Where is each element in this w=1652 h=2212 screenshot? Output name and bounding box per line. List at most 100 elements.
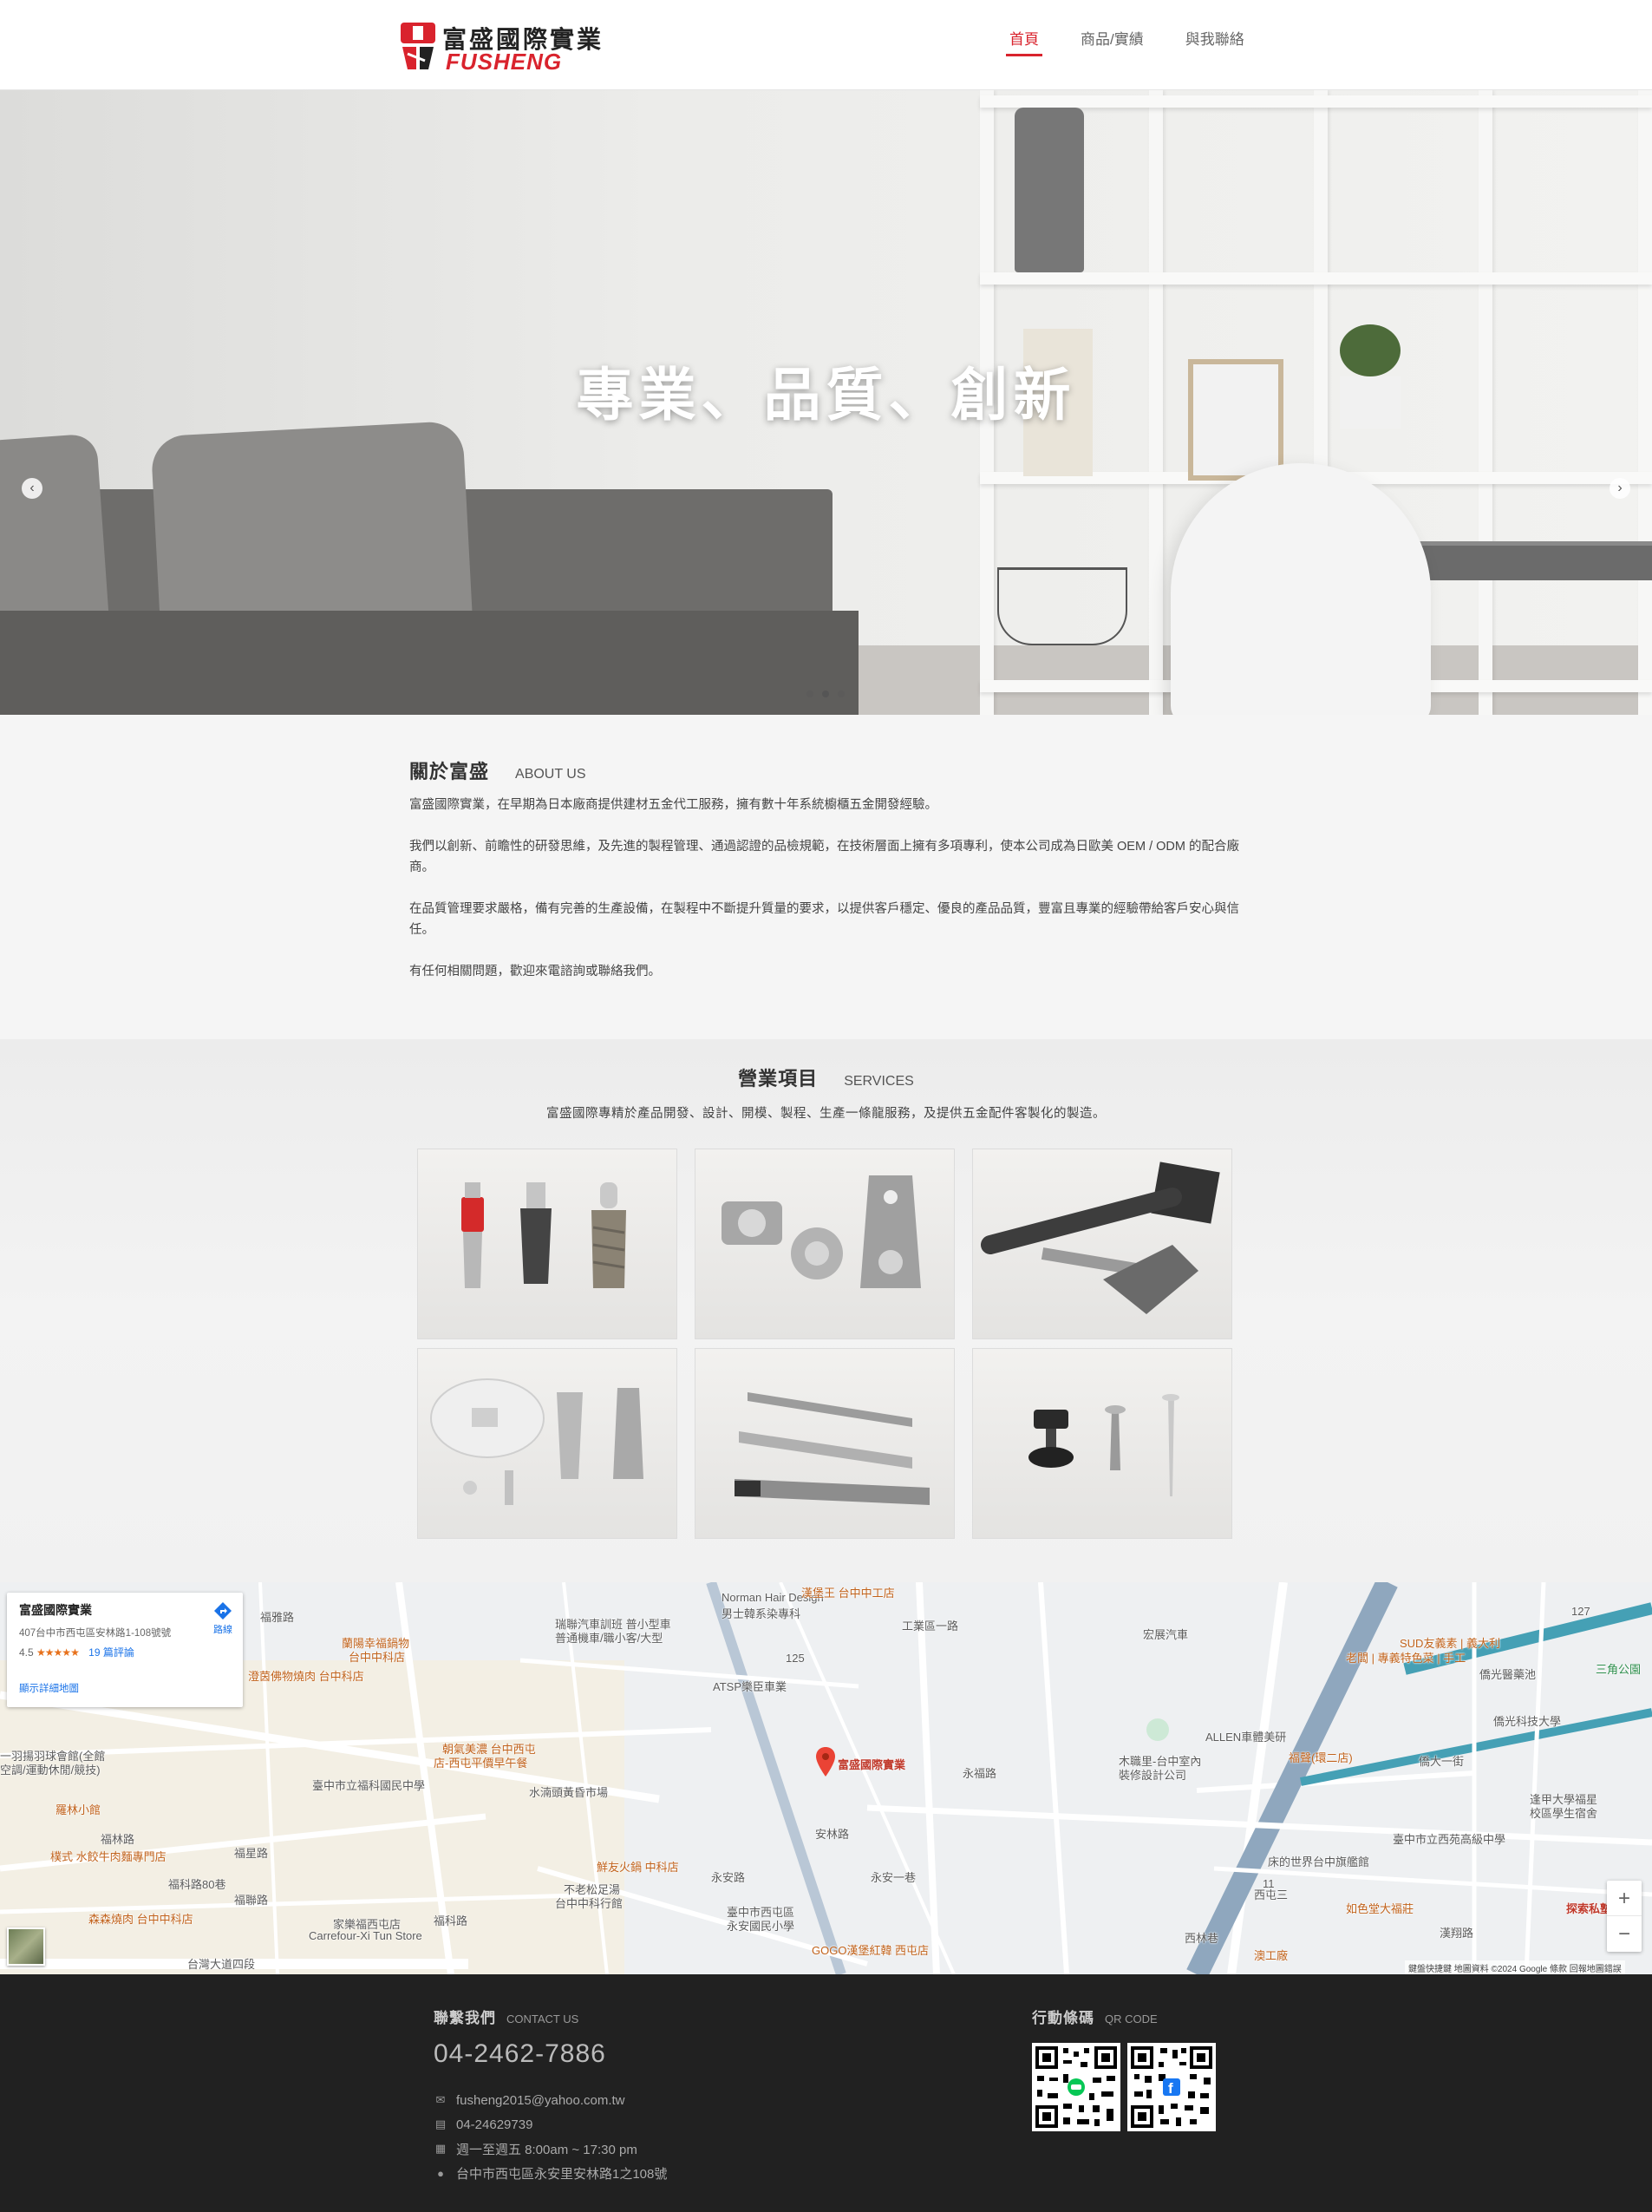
- map-label: 澄茵佛物燒肉 台中科店: [248, 1670, 364, 1683]
- qr-heading: 行動條碼 QR CODE: [1032, 2006, 1216, 2027]
- qr-codes: f: [1032, 2043, 1216, 2131]
- map-pin-icon[interactable]: [816, 1747, 835, 1777]
- map-label: 永安一巷: [871, 1871, 917, 1884]
- map-marker-icon: ●: [437, 2166, 444, 2180]
- shelf-support-image: [430, 1378, 643, 1505]
- logo-mark-icon: [401, 23, 435, 69]
- product-card-drawer-slides[interactable]: [695, 1348, 955, 1539]
- map-place-name: 富盛國際實業: [19, 1603, 92, 1617]
- services-description: 富盛國際專精於產品開發、設計、開模、製程、生產一條龍服務，及提供五金配件客製化的…: [546, 1107, 1106, 1121]
- map-label: 臺中市立福科國民中學: [312, 1779, 426, 1792]
- map-label: 空調/運動休閒/競技): [0, 1764, 101, 1777]
- product-card-cam-locks[interactable]: [695, 1149, 955, 1339]
- hero-vase: [1015, 108, 1084, 272]
- contact-hours: 週一至週五 8:00am ~ 17:30 pm: [456, 2142, 637, 2157]
- carousel-indicators: [806, 690, 845, 697]
- contact-phone[interactable]: 04-2462-7886: [434, 2039, 667, 2069]
- product-card-connector-bolts[interactable]: [417, 1149, 677, 1339]
- map-label: 福科路80巷: [168, 1878, 226, 1891]
- hero-chair: [1171, 463, 1431, 715]
- rating-stars-icon: ★★★★★: [36, 1646, 80, 1659]
- contact-subtitle: CONTACT US: [506, 2012, 579, 2025]
- carousel-prev-button[interactable]: ‹: [22, 478, 42, 499]
- contact-address: 台中市西屯區永安里安林路1之108號: [456, 2166, 668, 2182]
- line-qr-code[interactable]: [1032, 2043, 1120, 2131]
- hero-sofa-seat: [0, 611, 859, 715]
- map-label: 僑大一街: [1419, 1755, 1465, 1768]
- map-label: 校區學生宿舍: [1530, 1807, 1598, 1820]
- carousel-dot[interactable]: [838, 690, 845, 697]
- view-larger-map-link[interactable]: 顯示詳細地圖: [19, 1681, 79, 1695]
- map-label: 11: [1263, 1877, 1275, 1890]
- footer-contact: 聯繫我們 CONTACT US 04-2462-7886 ✉ fusheng20…: [434, 2006, 667, 2185]
- cam-lock-image: [722, 1175, 921, 1288]
- product-card-levelers[interactable]: [972, 1348, 1232, 1539]
- map-label: 老闆 | 專義特色菜 | 手工: [1346, 1652, 1466, 1665]
- map-label: 西林巷: [1185, 1932, 1219, 1945]
- map-label: 125: [786, 1652, 805, 1665]
- about-subtitle: ABOUT US: [515, 767, 586, 782]
- map-label: 漢堡王 台中中工店: [801, 1587, 895, 1600]
- map-label: 漢翔路: [1440, 1927, 1474, 1940]
- map-label: 裝修設計公司: [1119, 1769, 1187, 1782]
- calendar-icon: ▦: [434, 2142, 447, 2155]
- nav-item-products[interactable]: 商品/實績: [1060, 0, 1165, 90]
- carousel-dot[interactable]: [806, 690, 813, 697]
- brand-name-en: FUSHENG: [446, 49, 563, 75]
- map-label: 如色堂大福莊: [1346, 1902, 1414, 1915]
- map-label: ATSP樂臣車業: [713, 1680, 787, 1693]
- map-label: 福林路: [101, 1833, 135, 1846]
- map-label: 床的世界台中旗艦館: [1268, 1855, 1370, 1868]
- contact-title: 聯繫我們: [434, 2010, 496, 2026]
- about-paragraph: 在品質管理要求嚴格，備有完善的生產設備，在製程中不斷提升質量的要求，以提供客戶穩…: [409, 902, 1239, 937]
- services-title: 營業項目: [738, 1068, 819, 1090]
- nav-item-contact[interactable]: 與我聯絡: [1165, 0, 1265, 90]
- map-label: 男士韓系染專科: [722, 1607, 801, 1620]
- reviews-link[interactable]: 19 篇評論: [88, 1646, 134, 1659]
- map-label: 127: [1571, 1605, 1590, 1618]
- map-label: 普通機車/職小客/大型: [555, 1632, 663, 1645]
- map-label: 工業區一路: [902, 1620, 959, 1633]
- map-label: 永福路: [963, 1767, 997, 1780]
- map-label: 羅林小館: [56, 1803, 101, 1816]
- contact-email[interactable]: fusheng2015@yahoo.com.tw: [456, 2093, 625, 2108]
- carousel-dot[interactable]: [822, 690, 829, 697]
- map-label: 鮮友火鍋 中科店: [597, 1861, 679, 1874]
- about-text: 富盛國際實業，在早期為日本廠商提供建材五金代工服務，擁有數十年系統櫥櫃五金開發經…: [409, 795, 1242, 1003]
- contact-email-row: ✉ fusheng2015@yahoo.com.tw: [434, 2088, 667, 2112]
- product-card-table-legs[interactable]: [972, 1149, 1232, 1339]
- nav-item-home[interactable]: 首頁: [989, 0, 1060, 90]
- drawer-slide-image: [735, 1392, 930, 1505]
- map-label: 台灣大道四段: [187, 1958, 256, 1971]
- google-map[interactable]: Norman Hair Design 男士韓系染專科 宏展汽車 SUD友義素 |…: [0, 1582, 1652, 1974]
- hero-basket: [997, 567, 1127, 645]
- zoom-in-button[interactable]: +: [1607, 1881, 1642, 1916]
- rating-value: 4.5: [19, 1646, 34, 1659]
- site-footer: 聯繫我們 CONTACT US 04-2462-7886 ✉ fusheng20…: [0, 1974, 1652, 2212]
- footer-contact-heading: 聯繫我們 CONTACT US: [434, 2006, 667, 2027]
- about-paragraph: 有任何相關問題，歡迎來電諮詢或聯絡我們。: [409, 965, 661, 978]
- about-paragraph: 我們以創新、前瞻性的研發思維，及先進的製程管理、通過認證的品檢規範，在技術層面上…: [409, 840, 1239, 874]
- about-section: 關於富盛 ABOUT US 富盛國際實業，在早期為日本廠商提供建材五金代工服務，…: [0, 715, 1652, 1039]
- map-label: 樸式 水餃牛肉麵專門店: [50, 1850, 167, 1863]
- map-label: 台中中科行館: [555, 1897, 624, 1910]
- map-attribution[interactable]: 鍵盤快捷鍵 地圖資料 ©2024 Google 條款 回報地圖錯誤: [1405, 1960, 1625, 1975]
- about-title: 關於富盛: [409, 761, 490, 782]
- map-label: 永安國民小學: [727, 1920, 795, 1933]
- contact-details: ✉ fusheng2015@yahoo.com.tw ▤ 04-24629739…: [434, 2088, 668, 2185]
- product-grid: [417, 1149, 1234, 1539]
- zoom-out-button[interactable]: −: [1607, 1916, 1642, 1952]
- map-info-card: 富盛國際實業 407台中市西屯區安林路1-108號號 4.5 ★★★★★ 19 …: [7, 1593, 243, 1707]
- map-label: 探索私塾: [1566, 1902, 1612, 1915]
- map-label: 福聲(環二店): [1289, 1751, 1353, 1764]
- satellite-toggle-button[interactable]: [7, 1927, 45, 1966]
- brand-logo[interactable]: 富盛國際實業 FUSHENG: [399, 17, 601, 75]
- site-header: 富盛國際實業 FUSHENG 首頁 商品/實績 與我聯絡: [0, 0, 1652, 90]
- directions-button[interactable]: 路線: [208, 1601, 238, 1636]
- product-card-shelf-supports[interactable]: [417, 1348, 677, 1539]
- map-label: 森森燒肉 台中中科店: [88, 1913, 193, 1926]
- map-label: GOGO漢堡紅韓 西屯店: [812, 1944, 930, 1957]
- carousel-next-button[interactable]: ›: [1610, 478, 1630, 499]
- map-label: 澳工廠: [1254, 1949, 1289, 1962]
- facebook-qr-code[interactable]: f: [1127, 2043, 1216, 2131]
